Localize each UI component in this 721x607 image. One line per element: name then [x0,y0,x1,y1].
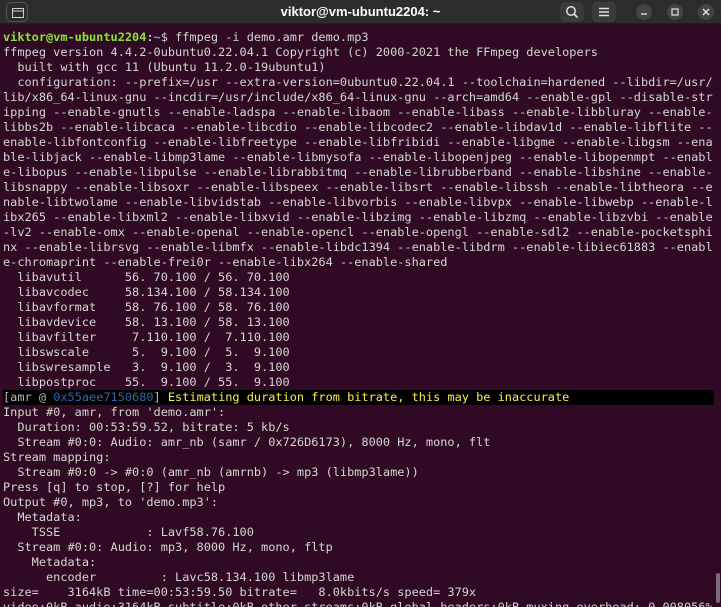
output-line: size= 3164kB time=00:53:59.50 bitrate= 8… [3,585,477,599]
output-line: -lv2 --enable-omx --enable-openal --enab… [3,225,713,239]
warning-message: Estimating duration from bitrate, this m… [167,390,570,404]
output-line: Stream mapping: [3,450,111,464]
close-button[interactable] [698,4,714,20]
terminal-output[interactable]: viktor@vm-ubuntu2204:~$ ffmpeg -i demo.a… [0,24,714,607]
output-line: Metadata: [3,510,82,524]
title-bar: viktor@vm-ubuntu2204: ~ [0,0,721,24]
output-line: libswresample 3. 9.100 / 3. 9.100 [3,360,290,374]
prompt-user-host: viktor@vm-ubuntu2204 [3,30,147,44]
output-line: nx --enable-librsvg --enable-libmfx --en… [3,240,713,254]
output-line: libavutil 56. 70.100 / 56. 70.100 [3,270,290,284]
output-line: Metadata: [3,555,97,569]
output-line: Input #0, amr, from 'demo.amr': [3,405,226,419]
output-line: TSSE : Lavf58.76.100 [3,525,254,539]
output-line: built with gcc 11 (Ubuntu 11.2.0-19ubunt… [3,60,326,74]
output-line: e-libopus --enable-libpulse --enable-lib… [3,165,713,179]
output-line: libavdevice 58. 13.100 / 58. 13.100 [3,315,290,329]
output-line: encoder : Lavc58.134.100 libmp3lame [3,570,355,584]
command-line: viktor@vm-ubuntu2204:~$ ffmpeg -i demo.a… [3,30,714,45]
search-button[interactable] [560,2,584,22]
output-line: libbs2b --enable-libcaca --enable-libcdi… [3,120,713,134]
output-line: libavformat 58. 76.100 / 58. 76.100 [3,300,290,314]
warning-tag-end: ] [153,390,168,404]
prompt-path: ~ [153,30,161,44]
minimize-icon [641,13,647,15]
output-line: ble-libjack --enable-libmp3lame --enable… [3,150,713,164]
output-line: ibx265 --enable-libxml2 --enable-libxvid… [3,210,713,224]
output-line: Stream #0:0: Audio: amr_nb (samr / 0x726… [3,435,491,449]
output-line: Stream #0:0: Audio: mp3, 8000 Hz, mono, … [3,540,333,554]
close-icon [702,8,710,16]
scrollbar-thumb[interactable] [716,573,720,603]
output-line: Press [q] to stop, [?] for help [3,480,226,494]
scrollbar[interactable] [714,24,721,607]
output-line: video:0kB audio:3164kB subtitle:0kB othe… [3,600,713,607]
output-line: libswscale 5. 9.100 / 5. 9.100 [3,345,290,359]
warning-line: [amr @ 0x55aee7150680] Estimating durati… [3,390,714,405]
output-line: Stream #0:0 -> #0:0 (amr_nb (amrnb) -> m… [3,465,419,479]
output-line: lib/x86_64-linux-gnu --incdir=/usr/inclu… [3,90,713,104]
output-block-1: ffmpeg version 4.4.2-0ubuntu0.22.04.1 Co… [3,45,714,390]
output-line: enable-libfontconfig --enable-libfreetyp… [3,135,713,149]
hamburger-menu-icon [599,7,609,17]
output-line: nable-libtwolame --enable-libvidstab --e… [3,195,713,209]
output-line: Duration: 00:53:59.52, bitrate: 5 kb/s [3,420,290,434]
minimize-button[interactable] [636,4,652,20]
output-line: libpostproc 55. 9.100 / 55. 9.100 [3,375,290,389]
warning-tag: [amr @ [3,390,54,404]
warning-address: 0x55aee7150680 [53,390,154,404]
output-line: libavcodec 58.134.100 / 58.134.100 [3,285,290,299]
search-icon [566,6,579,19]
terminal-window: viktor@vm-ubuntu2204: ~ viktor@vm-ubuntu… [0,0,721,607]
output-line: libsnappy --enable-libsoxr --enable-libs… [3,180,713,194]
output-line: libavfilter 7.110.100 / 7.110.100 [3,330,290,344]
output-block-2: Input #0, amr, from 'demo.amr': Duration… [3,405,714,607]
output-line: e-chromaprint --enable-frei0r --enable-l… [3,255,448,269]
command-text: ffmpeg -i demo.amr demo.mp3 [175,30,369,44]
output-line: Output #0, mp3, to 'demo.mp3': [3,495,219,509]
maximize-icon [671,8,679,16]
prompt-symbol: $ [160,30,176,44]
output-line: ffmpeg version 4.4.2-0ubuntu0.22.04.1 Co… [3,45,598,59]
output-line: configuration: --prefix=/usr --extra-ver… [3,75,713,89]
maximize-button[interactable] [667,4,683,20]
menu-button[interactable] [592,2,616,22]
prompt-separator: : [146,30,154,44]
output-line: ipping --enable-gnutls --enable-ladspa -… [3,105,713,119]
